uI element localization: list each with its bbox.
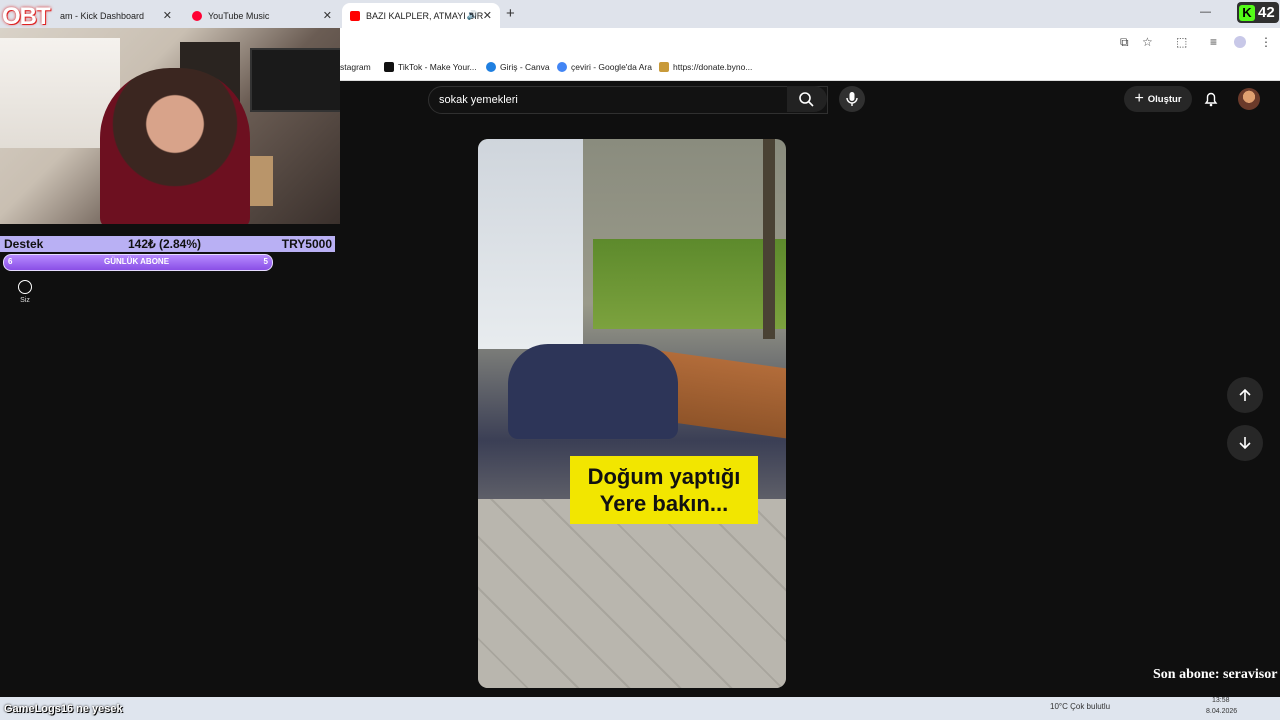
canva-icon xyxy=(486,62,496,72)
previous-short-button[interactable] xyxy=(1227,377,1263,413)
close-icon[interactable]: ✕ xyxy=(323,9,332,22)
browser-toolbar: ⧉ ☆ ⬚ ≡ ⋮ xyxy=(340,28,1280,56)
chat-message: GameLogs16 ne yesek xyxy=(4,703,123,715)
bookmark-canva[interactable]: Giriş - Canva xyxy=(486,62,550,72)
bookmark-label: stagram xyxy=(340,62,371,72)
bookmark-label: https://donate.byno... xyxy=(673,62,753,72)
extensions-icon[interactable]: ⬚ xyxy=(1176,35,1187,49)
arrow-up-icon xyxy=(1239,388,1251,401)
google-icon xyxy=(557,62,567,72)
tiktok-icon xyxy=(384,62,394,72)
media-control-icon[interactable]: ≡ xyxy=(1210,35,1217,49)
sidebar-item-you[interactable]: Siz xyxy=(14,280,36,304)
account-avatar[interactable] xyxy=(1238,88,1260,110)
donation-amount: 142₺ (2.84%) xyxy=(128,237,202,251)
tab-youtube-music[interactable]: YouTube Music ✕ xyxy=(182,3,340,28)
plus-icon: + xyxy=(1134,90,1144,107)
last-subscriber-overlay: Son abone: seravisor xyxy=(1153,667,1278,682)
create-button[interactable]: + Oluştur xyxy=(1124,86,1192,112)
stream-logo: OBT xyxy=(2,3,51,30)
browser-tab-bar: am - Kick Dashboard ✕ YouTube Music ✕ BA… xyxy=(0,0,1280,28)
kick-icon: K xyxy=(1239,4,1255,21)
video-scene-bus-stop-panel xyxy=(478,139,583,349)
donation-goal-bar: Destek 142₺ (2.84%) TRY5000 xyxy=(0,236,335,252)
weather-widget[interactable]: 10°C Çok bulutlu xyxy=(1050,702,1110,711)
voice-search-button[interactable] xyxy=(839,86,865,112)
search-input[interactable]: sokak yemekleri xyxy=(439,94,518,106)
webcam-feed xyxy=(0,28,340,224)
bookmarks-bar: stagram TikTok - Make Your... Giriş - Ca… xyxy=(340,56,1280,81)
taskbar-time: 13:58 xyxy=(1212,697,1230,704)
sub-goal-current: 6 xyxy=(8,257,13,266)
daily-sub-goal-bar: 6 GÜNLÜK ABONE 5 xyxy=(3,254,273,271)
youtube-music-icon xyxy=(192,10,202,21)
close-icon[interactable]: ✕ xyxy=(483,9,492,22)
bookmark-instagram[interactable]: stagram xyxy=(340,62,371,72)
taskbar-date: 8.04.2026 xyxy=(1206,708,1238,715)
tab-label: am - Kick Dashboard xyxy=(60,10,145,21)
bookmark-tiktok[interactable]: TikTok - Make Your... xyxy=(384,62,477,72)
bookmark-label: Giriş - Canva xyxy=(500,62,550,72)
streamer-figure xyxy=(100,68,250,224)
tab-label: YouTube Music xyxy=(208,10,270,21)
video-scene-person xyxy=(508,344,678,439)
next-short-button[interactable] xyxy=(1227,425,1263,461)
tab-youtube-video[interactable]: BAZI KALPLER, ATMAYI BIR 🔊 ✕ xyxy=(342,3,500,28)
video-scene-pavement xyxy=(478,499,786,688)
search-box[interactable]: sokak yemekleri ✕ xyxy=(428,86,828,114)
donation-label: Destek xyxy=(4,237,44,251)
install-app-icon[interactable]: ⧉ xyxy=(1120,35,1129,50)
bookmark-google[interactable]: çeviri - Google'da Ara xyxy=(557,62,652,72)
more-menu-icon[interactable]: ⋮ xyxy=(1260,35,1272,49)
speaker-icon[interactable]: 🔊 xyxy=(467,10,478,21)
video-scene-grass xyxy=(593,239,786,329)
donate-icon xyxy=(659,62,669,72)
close-icon[interactable]: ✕ xyxy=(163,9,172,22)
chat-text: ne yesek xyxy=(76,703,123,715)
donation-goal: TRY5000 xyxy=(281,237,332,251)
bookmark-star-icon[interactable]: ☆ xyxy=(1142,35,1153,49)
search-button[interactable] xyxy=(787,86,827,112)
caption-line-2: Yere bakın... xyxy=(599,491,729,516)
arrow-down-icon xyxy=(1239,437,1251,450)
user-icon xyxy=(18,280,32,294)
kick-viewer-badge: K 42 xyxy=(1237,2,1279,23)
tab-kick-dashboard[interactable]: am - Kick Dashboard ✕ xyxy=(40,3,180,28)
new-tab-button[interactable]: + xyxy=(506,5,515,22)
video-caption: Doğum yaptığı Yere bakın... xyxy=(570,456,758,524)
sidebar-item-label: Siz xyxy=(20,297,30,304)
chat-username: GameLogs16 xyxy=(4,703,74,715)
webcam-tv xyxy=(250,48,340,112)
youtube-icon xyxy=(350,10,360,21)
tab-label: BAZI KALPLER, ATMAYI BIR xyxy=(366,10,484,21)
profile-icon[interactable] xyxy=(1234,36,1246,48)
short-video-player[interactable] xyxy=(478,139,786,688)
caption-line-1: Doğum yaptığı xyxy=(587,464,741,489)
sub-goal-target: 5 xyxy=(263,257,268,266)
sub-goal-label: GÜNLÜK ABONE xyxy=(104,257,170,266)
bookmark-label: TikTok - Make Your... xyxy=(398,62,477,72)
bookmark-label: çeviri - Google'da Ara xyxy=(571,62,652,72)
microphone-icon xyxy=(846,92,858,106)
minimize-icon[interactable]: — xyxy=(1200,6,1211,18)
bookmark-donate[interactable]: https://donate.byno... xyxy=(659,62,752,72)
search-icon xyxy=(799,92,814,107)
video-scene-pole xyxy=(763,139,775,339)
viewer-count: 42 xyxy=(1258,4,1275,21)
notifications-bell-icon[interactable] xyxy=(1202,90,1220,108)
create-label: Oluştur xyxy=(1147,93,1182,105)
